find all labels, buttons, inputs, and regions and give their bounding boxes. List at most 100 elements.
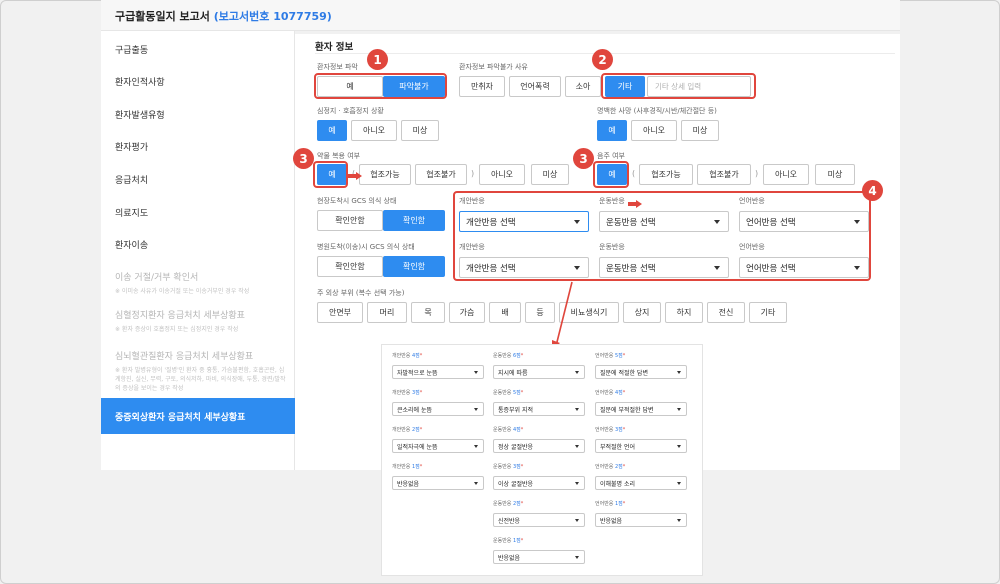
injury-other-button[interactable]: 기타 xyxy=(749,302,787,323)
injury-genital-button[interactable]: 비뇨생식기 xyxy=(559,302,619,323)
reason-verbal-abuse-button[interactable]: 언어폭력 xyxy=(509,76,561,97)
gcs-scene-unchecked-button[interactable]: 확인안함 xyxy=(317,210,383,231)
gcs-scene-label: 현장도착시 GCS 의식 상태 xyxy=(317,197,397,205)
arrest-yes-button[interactable]: 예 xyxy=(317,120,347,141)
annotation-box-3b xyxy=(593,161,629,188)
detail-verbal-5-select[interactable]: 질문에 적절한 답변 xyxy=(595,365,687,379)
annotation-badge-4: 4 xyxy=(862,180,883,201)
chevron-down-icon xyxy=(575,482,579,485)
detail-verbal-2-label: 언어반응 2점* xyxy=(595,464,626,470)
chevron-down-icon xyxy=(677,408,681,411)
gcs-hospital-checked-button[interactable]: 확인함 xyxy=(383,256,445,277)
detail-verbal-1-select[interactable]: 반응없음 xyxy=(595,513,687,527)
detail-eye-4-select[interactable]: 자발적으로 눈뜸 xyxy=(392,365,484,379)
detail-eye-2-select[interactable]: 일적자극에 눈뜸 xyxy=(392,439,484,453)
sidebar-item-dispatch[interactable]: 구급출동 xyxy=(101,43,295,56)
death-no-button[interactable]: 아니오 xyxy=(631,120,677,141)
drinking-label: 음주 여부 xyxy=(597,152,625,160)
sidebar-item-refusal[interactable]: 이송 거절/거부 확인서 ※ 이미송 사유가 이송거절 또는 이송거부인 경우 작… xyxy=(101,270,295,296)
annotation-badge-3a: 3 xyxy=(293,148,314,169)
gcs-hospital-label: 병원도착(이송)시 GCS 의식 상태 xyxy=(317,243,415,251)
injury-chest-button[interactable]: 가슴 xyxy=(449,302,485,323)
chevron-down-icon xyxy=(474,408,478,411)
annotation-box-1 xyxy=(314,73,447,99)
detail-motor-4-select[interactable]: 정상 굴절반응 xyxy=(493,439,585,453)
annotation-box-3a xyxy=(313,161,348,188)
sidebar-item-patient-identity[interactable]: 환자인적사항 xyxy=(101,75,295,88)
injury-face-button[interactable]: 안면부 xyxy=(317,302,363,323)
report-number: (보고서번호 1077759) xyxy=(213,10,332,23)
drug-unknown-button[interactable]: 미상 xyxy=(531,164,569,185)
detail-eye-1-select[interactable]: 반응없음 xyxy=(392,476,484,490)
chevron-down-icon xyxy=(474,482,478,485)
injury-back-button[interactable]: 등 xyxy=(525,302,555,323)
detail-motor-2-label: 운동반응 2점* xyxy=(493,501,524,507)
detail-motor-2-select[interactable]: 신전반응 xyxy=(493,513,585,527)
gcs-scene-checked-button[interactable]: 확인함 xyxy=(383,210,445,231)
patient-info-label: 환자정보 파악 xyxy=(317,63,358,71)
drug-uncooperative-button[interactable]: 협조불가 xyxy=(415,164,467,185)
chevron-down-icon xyxy=(677,519,681,522)
injury-label: 주 외상 부위 (복수 선택 가능) xyxy=(317,289,405,297)
detail-eye-3-label: 개안반응 3점* xyxy=(392,390,423,396)
sidebar-item-cardiovascular[interactable]: 심뇌혈관질환자 응급처치 세부상황표 ※ 환자 발병유형이 '질병'인 환자 중 … xyxy=(101,349,295,393)
drinking-unknown-button[interactable]: 미상 xyxy=(815,164,855,185)
sidebar-item-medical-direction[interactable]: 의료지도 xyxy=(101,206,295,219)
arrest-unknown-button[interactable]: 미상 xyxy=(401,120,439,141)
drug-no-button[interactable]: 아니오 xyxy=(479,164,525,185)
sidebar-item-incident-type[interactable]: 환자발생유형 xyxy=(101,108,295,121)
detail-verbal-2-select[interactable]: 이해불명 소리 xyxy=(595,476,687,490)
sidebar-item-assessment[interactable]: 환자평가 xyxy=(101,140,295,153)
chevron-down-icon xyxy=(575,556,579,559)
detail-motor-4-label: 운동반응 4점* xyxy=(493,427,524,433)
annotation-badge-1: 1 xyxy=(367,49,388,70)
detail-verbal-3-select[interactable]: 부적절한 언어 xyxy=(595,439,687,453)
detail-motor-1-label: 운동반응 1점* xyxy=(493,538,524,544)
detail-verbal-4-select[interactable]: 질문에 부적절한 답변 xyxy=(595,402,687,416)
injury-head-button[interactable]: 머리 xyxy=(367,302,407,323)
death-unknown-button[interactable]: 미상 xyxy=(681,120,719,141)
arrest-no-button[interactable]: 아니오 xyxy=(351,120,397,141)
detail-motor-6-select[interactable]: 지시에 따름 xyxy=(493,365,585,379)
drinking-uncooperative-button[interactable]: 협조불가 xyxy=(697,164,751,185)
annotation-badge-3b: 3 xyxy=(573,148,594,169)
drug-cooperative-button[interactable]: 협조가능 xyxy=(359,164,411,185)
sidebar-item-severe-trauma[interactable]: 중증외상환자 응급처치 세부상황표 xyxy=(101,398,295,434)
injury-neck-button[interactable]: 목 xyxy=(411,302,445,323)
sidebar-item-cardiac-arrest[interactable]: 심혈정지환자 응급처치 세부상황표 ※ 환자 증상이 호흡정지 또는 심정지인 경… xyxy=(101,308,295,334)
detail-motor-1-select[interactable]: 반응없음 xyxy=(493,550,585,564)
injury-whole-body-button[interactable]: 전신 xyxy=(707,302,745,323)
detail-eye-1-label: 개안반응 1점* xyxy=(392,464,423,470)
detail-motor-5-select[interactable]: 통증부위 지적 xyxy=(493,402,585,416)
detail-eye-2-label: 개안반응 2점* xyxy=(392,427,423,433)
detail-verbal-1-label: 언어반응 1점* xyxy=(595,501,626,507)
detail-motor-3-label: 운동반응 3점* xyxy=(493,464,524,470)
detail-verbal-3-label: 언어반응 3점* xyxy=(595,427,626,433)
injury-upper-limb-button[interactable]: 상지 xyxy=(623,302,661,323)
obvious-death-label: 명백한 사망 (사후경직/시반/체간절단 등) xyxy=(597,107,717,115)
detail-verbal-4-label: 언어반응 4점* xyxy=(595,390,626,396)
death-yes-button[interactable]: 예 xyxy=(597,120,627,141)
reason-child-button[interactable]: 소아 xyxy=(565,76,601,97)
chevron-down-icon xyxy=(575,445,579,448)
gcs-hospital-unchecked-button[interactable]: 확인안함 xyxy=(317,256,383,277)
chevron-down-icon xyxy=(677,445,681,448)
injury-lower-limb-button[interactable]: 하지 xyxy=(665,302,703,323)
annotation-badge-2: 2 xyxy=(592,49,613,70)
detail-eye-4-label: 개안반응 4점* xyxy=(392,353,423,359)
detail-eye-3-select[interactable]: 큰소리에 눈뜸 xyxy=(392,402,484,416)
detail-motor-3-select[interactable]: 이상 굴절반응 xyxy=(493,476,585,490)
chevron-down-icon xyxy=(575,371,579,374)
annotation-box-2 xyxy=(601,73,756,99)
reason-drunk-button[interactable]: 만취자 xyxy=(459,76,505,97)
detail-motor-6-label: 운동반응 6점* xyxy=(493,353,524,359)
sidebar-item-transport[interactable]: 환자이송 xyxy=(101,238,295,251)
drinking-no-button[interactable]: 아니오 xyxy=(763,164,809,185)
drinking-cooperative-button[interactable]: 협조가능 xyxy=(639,164,693,185)
sidebar-item-first-aid[interactable]: 응급처치 xyxy=(101,173,295,186)
injury-abdomen-button[interactable]: 배 xyxy=(489,302,521,323)
sidebar: 구급출동 환자인적사항 환자발생유형 환자평가 응급처치 의료지도 환자이송 이… xyxy=(101,31,295,470)
arrest-label: 심정지 · 호흡정지 상황 xyxy=(317,107,384,115)
detail-verbal-5-label: 언어반응 5점* xyxy=(595,353,626,359)
chevron-down-icon xyxy=(474,371,478,374)
